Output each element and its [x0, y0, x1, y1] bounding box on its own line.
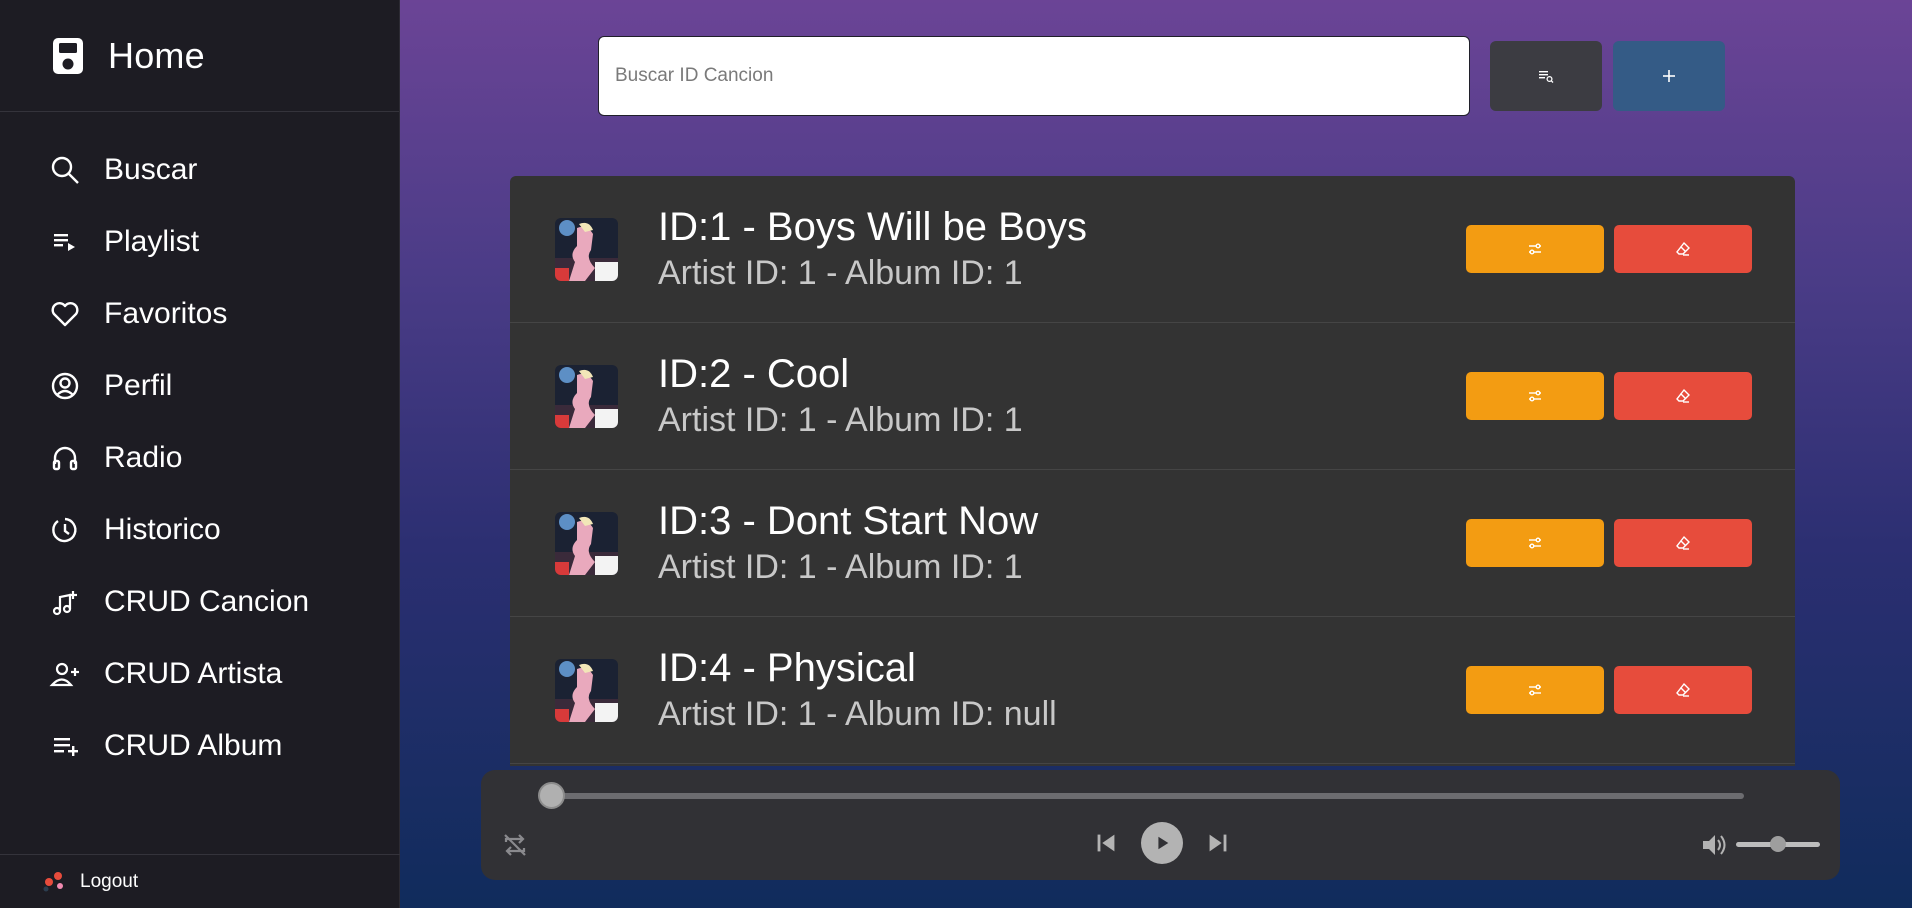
headphones-icon: [48, 441, 82, 475]
search-input[interactable]: [598, 36, 1470, 116]
search-button[interactable]: [1490, 41, 1602, 111]
song-list: ID:1 - Boys Will be Boys Artist ID: 1 - …: [510, 176, 1795, 766]
search-icon: [48, 153, 82, 187]
song-title: ID:3 - Dont Start Now: [658, 499, 1039, 543]
song-actions: [1466, 225, 1752, 273]
delete-song-button[interactable]: [1614, 225, 1752, 273]
eraser-icon: [1676, 535, 1690, 550]
song-actions: [1466, 372, 1752, 420]
sidebar-item-favoritos[interactable]: Favoritos: [0, 278, 399, 350]
song-row: ID:3 - Dont Start Now Artist ID: 1 - Alb…: [510, 470, 1795, 617]
play-button[interactable]: [1141, 822, 1183, 864]
sidebar-item-label: Radio: [104, 441, 183, 474]
logout-logo-icon: [40, 865, 68, 899]
song-subtitle: Artist ID: 1 - Album ID: 1: [658, 254, 1023, 292]
progress-slider[interactable]: [538, 782, 1744, 809]
edit-song-button[interactable]: [1466, 519, 1604, 567]
music-plus-icon: [48, 585, 82, 619]
plus-icon: [1663, 70, 1675, 82]
sliders-icon: [1529, 537, 1541, 549]
delete-song-button[interactable]: [1614, 666, 1752, 714]
song-row: ID:4 - Physical Artist ID: 1 - Album ID:…: [510, 617, 1795, 764]
sidebar-item-label: CRUD Album: [104, 729, 283, 762]
history-icon: [48, 513, 82, 547]
eraser-icon: [1676, 241, 1690, 256]
song-actions: [1466, 519, 1752, 567]
add-song-button[interactable]: [1613, 41, 1725, 111]
sliders-icon: [1529, 243, 1541, 255]
sidebar-item-label: Favoritos: [104, 297, 228, 330]
sidebar-nav: Buscar Playlist Favoritos Perfil Radio H…: [0, 112, 399, 782]
user-plus-icon: [48, 657, 82, 691]
progress-thumb[interactable]: [538, 782, 565, 809]
volume-thumb[interactable]: [1770, 836, 1786, 852]
heart-icon: [48, 297, 82, 331]
sidebar-item-label: Perfil: [104, 369, 173, 402]
edit-song-button[interactable]: [1466, 666, 1604, 714]
volume-slider[interactable]: [1736, 836, 1820, 852]
playback-controls: [1091, 822, 1233, 864]
song-text: ID:2 - Cool Artist ID: 1 - Album ID: 1: [658, 350, 1023, 442]
app-root: Home Buscar Playlist Favoritos Perfil Ra…: [0, 0, 1912, 908]
music-player: [481, 770, 1840, 880]
song-row: ID:2 - Cool Artist ID: 1 - Album ID: 1: [510, 323, 1795, 470]
repeat-off-icon[interactable]: [500, 830, 530, 860]
sidebar-item-label: CRUD Artista: [104, 657, 283, 690]
sidebar-item-crud-artista[interactable]: CRUD Artista: [0, 638, 399, 710]
eraser-icon: [1676, 388, 1690, 403]
list-search-icon: [1539, 71, 1554, 83]
user-circle-icon: [48, 369, 82, 403]
main-content: ID:1 - Boys Will be Boys Artist ID: 1 - …: [400, 0, 1912, 908]
delete-song-button[interactable]: [1614, 372, 1752, 420]
playlist-icon: [48, 225, 82, 259]
song-title: ID:2 - Cool: [658, 352, 850, 396]
sliders-icon: [1529, 684, 1541, 696]
list-plus-icon: [48, 729, 82, 763]
sidebar-item-label: CRUD Cancion: [104, 585, 310, 618]
album-cover: [555, 364, 618, 428]
edit-song-button[interactable]: [1466, 372, 1604, 420]
album-cover: [555, 511, 618, 575]
sidebar-item-crud-cancion[interactable]: CRUD Cancion: [0, 566, 399, 638]
skip-previous-icon[interactable]: [1091, 828, 1121, 858]
logout-button[interactable]: Logout: [0, 854, 400, 908]
sidebar-item-crud-album[interactable]: CRUD Album: [0, 710, 399, 782]
sidebar-item-radio[interactable]: Radio: [0, 422, 399, 494]
edit-song-button[interactable]: [1466, 225, 1604, 273]
album-cover: [555, 217, 618, 281]
song-actions: [1466, 666, 1752, 714]
logout-label: Logout: [80, 870, 139, 892]
search-bar: [598, 36, 1725, 116]
album-cover: [555, 658, 618, 722]
sliders-icon: [1529, 390, 1541, 402]
song-text: ID:1 - Boys Will be Boys Artist ID: 1 - …: [658, 203, 1087, 295]
eraser-icon: [1676, 682, 1690, 697]
sidebar-item-playlist[interactable]: Playlist: [0, 206, 399, 278]
sidebar-item-label: Buscar: [104, 153, 198, 186]
song-text: ID:3 - Dont Start Now Artist ID: 1 - Alb…: [658, 497, 1038, 589]
sidebar-brand[interactable]: Home: [0, 0, 399, 112]
sidebar-item-perfil[interactable]: Perfil: [0, 350, 399, 422]
skip-next-icon[interactable]: [1203, 828, 1233, 858]
sidebar-item-buscar[interactable]: Buscar: [0, 134, 399, 206]
sidebar: Home Buscar Playlist Favoritos Perfil Ra…: [0, 0, 400, 908]
song-title: ID:1 - Boys Will be Boys: [658, 205, 1088, 249]
play-icon: [1158, 836, 1169, 850]
sidebar-item-label: Playlist: [104, 225, 200, 258]
ipod-icon: [50, 36, 86, 76]
song-subtitle: Artist ID: 1 - Album ID: null: [658, 695, 1057, 733]
song-title: ID:4 - Physical: [658, 646, 916, 690]
song-text: ID:4 - Physical Artist ID: 1 - Album ID:…: [658, 644, 1057, 736]
song-row: ID:1 - Boys Will be Boys Artist ID: 1 - …: [510, 176, 1795, 323]
volume-icon[interactable]: [1699, 830, 1729, 860]
sidebar-item-historico[interactable]: Historico: [0, 494, 399, 566]
sidebar-item-label: Historico: [104, 513, 221, 546]
song-subtitle: Artist ID: 1 - Album ID: 1: [658, 401, 1023, 439]
brand-title: Home: [108, 34, 205, 76]
song-subtitle: Artist ID: 1 - Album ID: 1: [658, 548, 1023, 586]
delete-song-button[interactable]: [1614, 519, 1752, 567]
